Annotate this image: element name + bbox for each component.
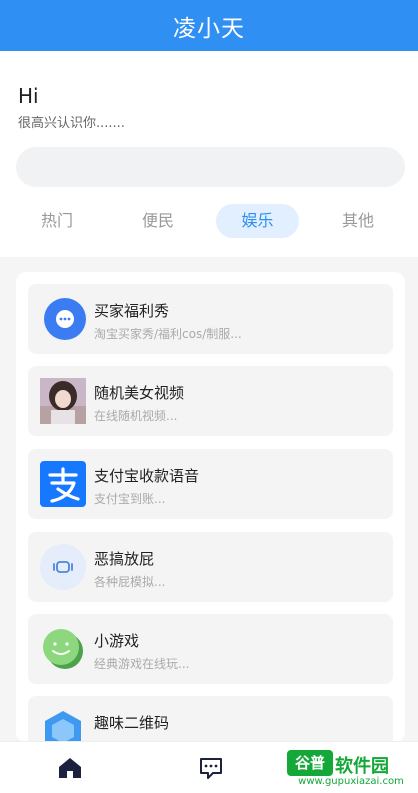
tab-entertainment[interactable]: 娱乐 [216,204,299,238]
watermark-text: 软件园 [335,756,389,777]
alipay-icon [40,461,86,507]
list-item[interactable]: 恶搞放屁 各种屁模拟... [28,532,393,602]
list-item[interactable]: 支付宝收款语音 支付宝到账... [28,449,393,519]
chat-bubble-icon [44,298,86,340]
category-tabs: 热门 便民 娱乐 其他 [0,204,418,240]
search-bar[interactable] [16,147,405,187]
intro-section: Hi 很高兴认识你....... 热门 便民 娱乐 其他 [0,51,418,257]
watermark-url: www.gupuxiazai.com [298,776,404,787]
item-desc: 淘宝买家秀/福利cos/制服... [94,327,242,341]
item-title: 恶搞放屁 [94,550,155,568]
item-title: 支付宝收款语音 [94,467,200,485]
speaker-icon [40,544,86,590]
tab-label: 便民 [141,211,174,230]
home-icon[interactable] [56,754,84,782]
list-item[interactable]: 随机美女视频 在线随机视频... [28,366,393,436]
watermark: 谷普 软件园 www.gupuxiazai.com [287,746,415,788]
tab-label: 其他 [341,211,374,230]
app-title: 凌小天 [173,15,245,42]
qr-hexagon-icon [40,708,86,742]
avatar-photo-icon [40,378,86,424]
list-item[interactable]: 买家福利秀 淘宝买家秀/福利cos/制服... [28,284,393,354]
game-smiley-icon [40,626,86,672]
item-desc: 在线随机视频... [94,409,178,423]
tab-label: 热门 [40,211,73,230]
item-title: 随机美女视频 [94,384,185,402]
tab-other[interactable]: 其他 [328,204,388,238]
item-desc: 支付宝到账... [94,492,166,506]
item-title: 趣味二维码 [94,714,170,732]
message-icon[interactable] [197,754,225,782]
greeting-subtitle: 很高兴认识你....... [18,116,125,131]
item-title: 买家福利秀 [94,302,170,320]
watermark-logo: 谷普 [287,750,333,776]
item-desc: 各种屁模拟... [94,575,166,589]
tab-label: 娱乐 [241,211,274,230]
item-list: 买家福利秀 淘宝买家秀/福利cos/制服... 随机美女视频 在线随机视频...… [16,272,405,742]
list-item[interactable]: 趣味二维码 [28,696,393,742]
item-desc: 经典游戏在线玩... [94,657,190,671]
tab-hot[interactable]: 热门 [28,204,86,238]
list-item[interactable]: 小游戏 经典游戏在线玩... [28,614,393,684]
greeting-text: Hi [18,84,39,108]
item-title: 小游戏 [94,632,140,650]
app-header: 凌小天 [0,0,418,51]
tab-convenience[interactable]: 便民 [128,204,188,238]
